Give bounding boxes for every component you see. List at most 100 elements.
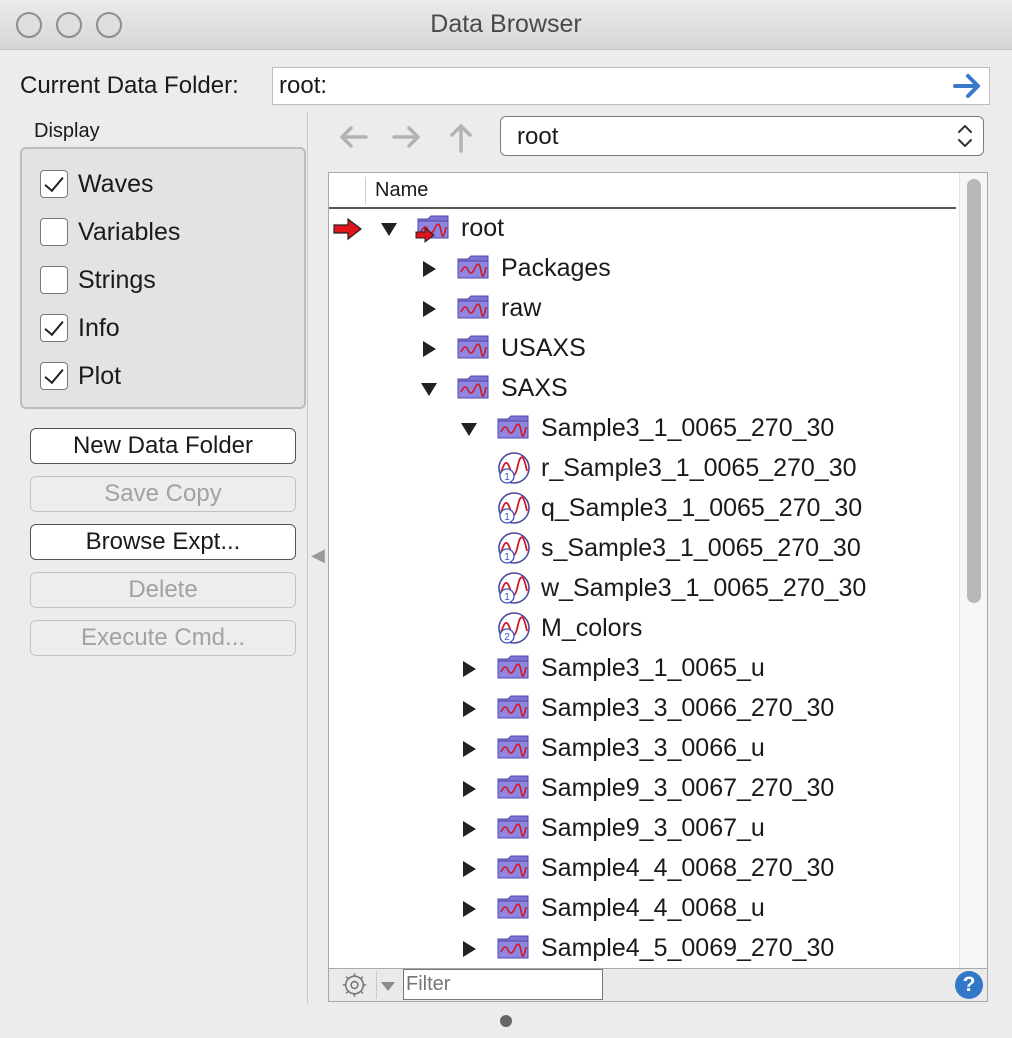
window-resize-dot (500, 1015, 512, 1027)
tree-wave-item[interactable]: r_Sample3_1_0065_270_30 (541, 454, 857, 483)
tree-folder-item[interactable]: Sample3_3_0066_u (541, 734, 765, 763)
folder-icon (457, 255, 489, 279)
disclosure-collapsed-icon[interactable] (423, 301, 436, 317)
location-popup-value: root (517, 123, 559, 150)
tree-wave-item[interactable]: q_Sample3_1_0065_270_30 (541, 494, 862, 523)
tree-wave-item[interactable]: M_colors (541, 614, 642, 643)
disclosure-collapsed-icon[interactable] (423, 341, 436, 357)
disclosure-collapsed-icon[interactable] (463, 661, 476, 677)
current-data-folder-value: root: (279, 72, 328, 99)
tree-folder-item[interactable]: root (461, 214, 504, 243)
browse-expt-button[interactable]: Browse Expt... (30, 524, 296, 560)
folder-icon (497, 695, 529, 719)
save-copy-button[interactable]: Save Copy (30, 476, 296, 512)
window-title: Data Browser (430, 10, 582, 38)
disclosure-expanded-icon[interactable] (461, 423, 477, 436)
disclosure-expanded-icon[interactable] (421, 383, 437, 396)
tree-folder-item[interactable]: Sample3_1_0065_270_30 (541, 414, 834, 443)
svg-text:2: 2 (504, 632, 510, 643)
back-arrow-icon[interactable] (336, 120, 370, 154)
tree-folder-item[interactable]: Sample4_5_0069_270_30 (541, 934, 834, 963)
folder-icon (497, 415, 529, 439)
tree-vertical-scrollbar[interactable] (959, 173, 987, 969)
disclosure-collapsed-icon[interactable] (463, 701, 476, 717)
checkbox-plot[interactable]: Plot (40, 361, 121, 391)
tree-folder-item[interactable]: Sample3_3_0066_270_30 (541, 694, 834, 723)
svg-text:1: 1 (504, 512, 510, 523)
folder-icon (497, 935, 529, 959)
disclosure-collapsed-icon[interactable] (423, 261, 436, 277)
tree-folder-item[interactable]: SAXS (501, 374, 568, 403)
folder-icon (497, 895, 529, 919)
location-popup[interactable]: root (500, 116, 984, 156)
checkbox-box[interactable] (40, 170, 68, 198)
disclosure-collapsed-icon[interactable] (463, 901, 476, 917)
tree-bottom-bar: ? (328, 968, 988, 1002)
display-group-label: Display (34, 120, 100, 142)
checkbox-label: Strings (78, 265, 156, 294)
wave-icon: 1 (498, 532, 530, 564)
forward-arrow-icon[interactable] (390, 120, 424, 154)
delete-button[interactable]: Delete (30, 572, 296, 608)
tree-folder-item[interactable]: Sample9_3_0067_270_30 (541, 774, 834, 803)
folder-icon (497, 655, 529, 679)
current-folder-badge-icon (415, 227, 435, 243)
checkbox-variables[interactable]: Variables (40, 217, 180, 247)
tree-wave-item[interactable]: w_Sample3_1_0065_270_30 (541, 574, 866, 603)
wave-icon: 1 (498, 492, 530, 524)
disclosure-collapsed-icon[interactable] (463, 821, 476, 837)
checkbox-box[interactable] (40, 314, 68, 342)
new-data-folder-button[interactable]: New Data Folder (30, 428, 296, 464)
folder-icon (457, 295, 489, 319)
svg-text:1: 1 (504, 552, 510, 563)
go-arrow-icon[interactable] (953, 72, 983, 100)
disclosure-collapsed-icon[interactable] (463, 941, 476, 957)
checkbox-box[interactable] (40, 266, 68, 294)
current-data-folder-label: Current Data Folder: (20, 72, 239, 99)
tree-wave-item[interactable]: s_Sample3_1_0065_270_30 (541, 534, 861, 563)
pane-splitter[interactable] (307, 112, 308, 1004)
checkbox-box[interactable] (40, 362, 68, 390)
checkbox-strings[interactable]: Strings (40, 265, 156, 295)
disclosure-collapsed-icon[interactable] (463, 741, 476, 757)
tree-folder-item[interactable]: Sample4_4_0068_270_30 (541, 854, 834, 883)
up-arrow-icon[interactable] (444, 120, 478, 154)
current-folder-marker-icon (333, 217, 362, 241)
gear-icon[interactable] (333, 971, 377, 999)
disclosure-collapsed-icon[interactable] (463, 781, 476, 797)
tree-folder-item[interactable]: raw (501, 294, 541, 323)
svg-text:1: 1 (504, 472, 510, 483)
scrollbar-thumb[interactable] (967, 179, 981, 603)
checkbox-label: Variables (78, 217, 181, 246)
checkbox-label: Waves (78, 169, 154, 198)
help-button[interactable]: ? (955, 971, 983, 999)
tree-folder-item[interactable]: Sample4_4_0068_u (541, 894, 765, 923)
execute-cmd-button[interactable]: Execute Cmd... (30, 620, 296, 656)
folder-icon (497, 735, 529, 759)
gear-menu-caret-icon[interactable] (381, 982, 395, 991)
name-column-header[interactable]: Name (375, 179, 428, 202)
tree-folder-item[interactable]: Sample3_1_0065_u (541, 654, 765, 683)
disclosure-expanded-icon[interactable] (381, 223, 397, 236)
checkbox-box[interactable] (40, 218, 68, 246)
current-data-folder-field[interactable]: root: (272, 67, 990, 105)
svg-text:1: 1 (504, 592, 510, 603)
checkbox-waves[interactable]: Waves (40, 169, 153, 199)
folder-icon (497, 775, 529, 799)
filter-input[interactable] (403, 969, 603, 1000)
data-tree[interactable]: Name root Packages raw USAXS SAXS Sample3_1_0… (328, 172, 988, 1002)
tree-folder-item[interactable]: Packages (501, 254, 611, 283)
wave-icon: 2 (498, 612, 530, 644)
tree-folder-item[interactable]: USAXS (501, 334, 586, 363)
collapse-pane-icon[interactable]: ◀ (311, 545, 325, 566)
popup-chevrons-icon (958, 125, 972, 147)
wave-icon: 1 (498, 572, 530, 604)
folder-icon (457, 375, 489, 399)
tree-folder-item[interactable]: Sample9_3_0067_u (541, 814, 765, 843)
wave-icon: 1 (498, 452, 530, 484)
folder-icon (497, 815, 529, 839)
title-bar: Data Browser (0, 0, 1012, 50)
tree-header: Name (329, 173, 956, 209)
checkbox-info[interactable]: Info (40, 313, 120, 343)
disclosure-collapsed-icon[interactable] (463, 861, 476, 877)
